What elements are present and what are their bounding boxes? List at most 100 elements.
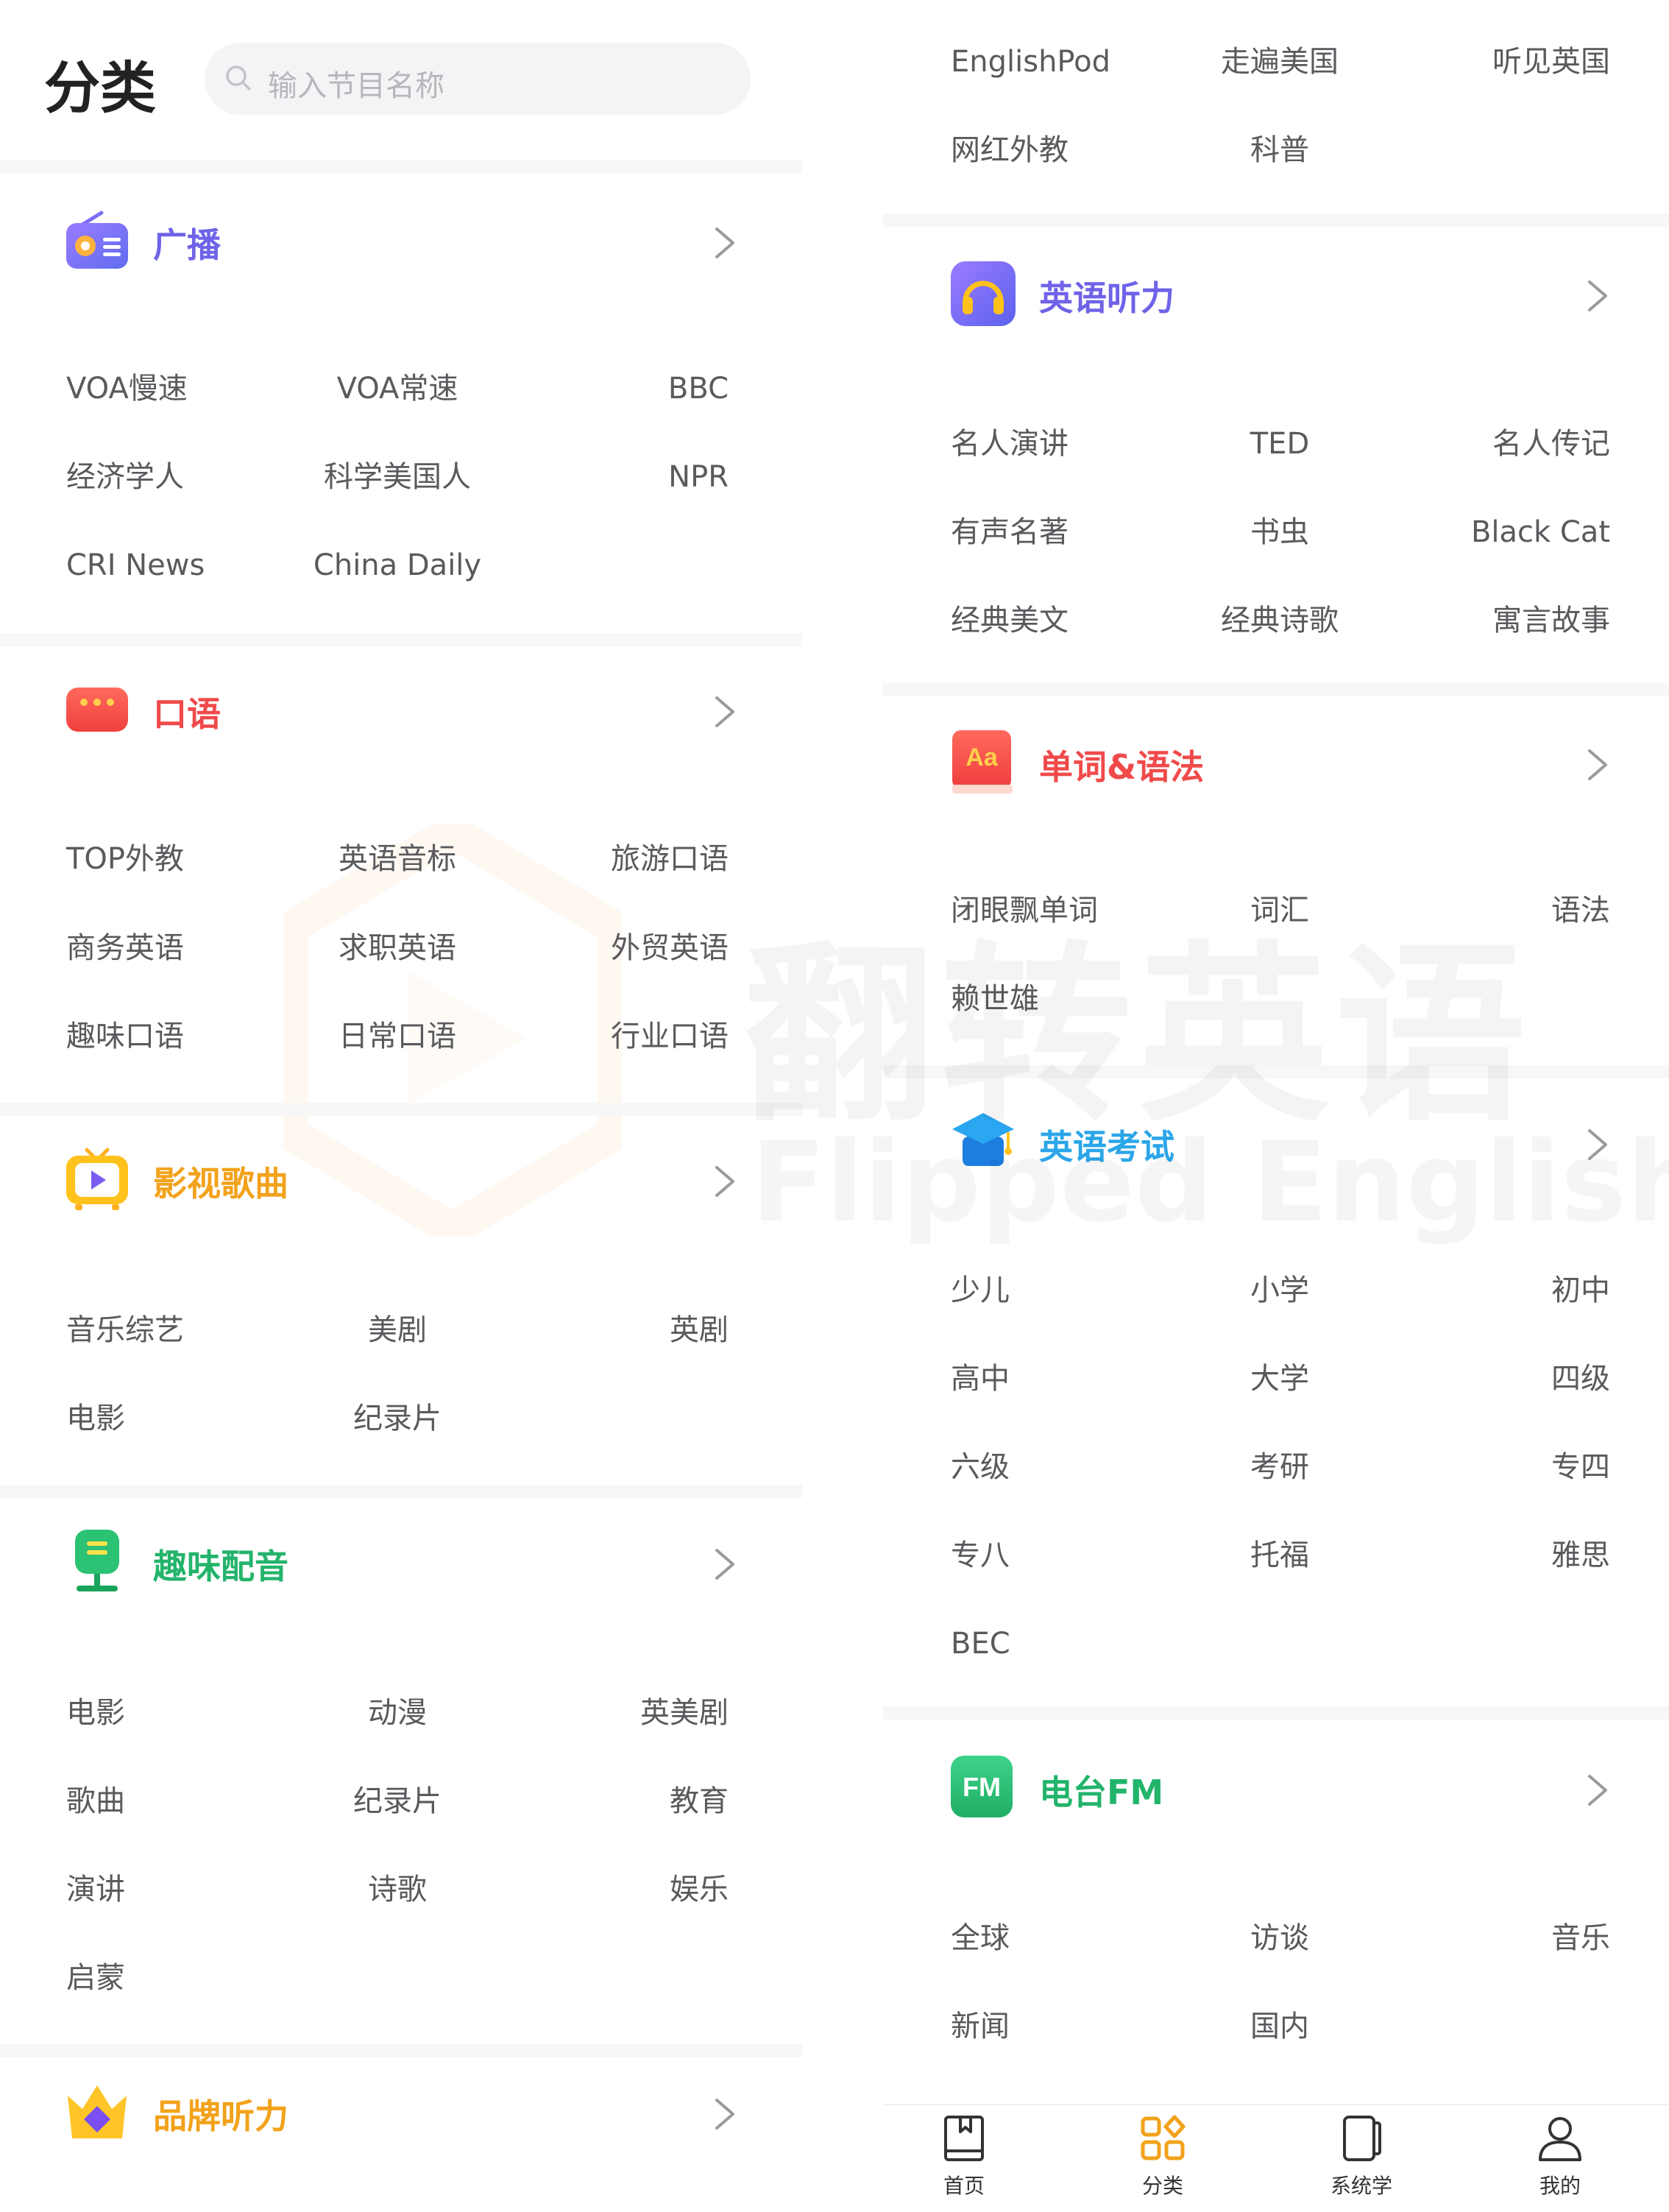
category-item[interactable]: 经典诗歌	[1221, 606, 1339, 635]
nav-category[interactable]: 分类	[1104, 2113, 1222, 2208]
category-item[interactable]: 雅思	[1551, 1541, 1610, 1570]
category-item[interactable]: 科学美国人	[324, 462, 471, 492]
category-item[interactable]: 经济学人	[66, 462, 184, 492]
section-header-vocab-grammar[interactable]: Aa 单词&语法	[951, 730, 1613, 804]
category-item[interactable]: 语法	[1551, 896, 1610, 925]
section-header-brand-listening[interactable]: 品牌听力	[65, 2080, 742, 2153]
category-item[interactable]: 求职英语	[339, 933, 456, 963]
category-item[interactable]: 日常口语	[339, 1022, 456, 1051]
category-item[interactable]: 趣味口语	[66, 1022, 184, 1051]
category-item[interactable]: 名人传记	[1492, 429, 1610, 459]
search-input[interactable]: 输入节目名称	[205, 43, 751, 115]
divider	[883, 1706, 1669, 1720]
section-title: 单词&语法	[1039, 747, 1205, 787]
category-item[interactable]: 动漫	[368, 1698, 427, 1728]
chevron-right-icon[interactable]	[712, 1163, 737, 1200]
category-item[interactable]: 旅游口语	[611, 844, 729, 874]
category-item[interactable]: 美剧	[368, 1315, 427, 1345]
category-item[interactable]: 词汇	[1250, 896, 1309, 925]
category-item[interactable]: 音乐综艺	[66, 1315, 184, 1345]
bottom-nav: 首页 分类 系统学 我的	[883, 2104, 1669, 2212]
nav-mine[interactable]: 我的	[1501, 2113, 1619, 2208]
category-item[interactable]: 托福	[1250, 1541, 1309, 1570]
chevron-right-icon[interactable]	[712, 1546, 737, 1583]
category-item[interactable]: 科普	[1250, 135, 1309, 165]
category-item[interactable]: 专四	[1551, 1452, 1610, 1482]
category-item[interactable]: 初中	[1551, 1276, 1610, 1305]
chevron-right-icon[interactable]	[712, 693, 737, 730]
category-item[interactable]: VOA慢速	[66, 374, 188, 403]
chevron-right-icon[interactable]	[1585, 746, 1610, 783]
section-header-film-songs[interactable]: 影视歌曲	[65, 1147, 742, 1220]
category-item[interactable]: 商务英语	[66, 933, 184, 963]
category-item[interactable]: 娱乐	[670, 1875, 729, 1904]
nav-home[interactable]: 首页	[905, 2113, 1023, 2208]
category-item[interactable]: 大学	[1250, 1364, 1309, 1393]
category-item[interactable]: 英语音标	[339, 844, 456, 874]
category-item[interactable]: 走遍美国	[1221, 47, 1339, 77]
category-item[interactable]: 纪录片	[353, 1404, 442, 1433]
chevron-right-icon[interactable]	[712, 225, 737, 261]
chevron-right-icon[interactable]	[1585, 278, 1610, 314]
section-header-radio-fm[interactable]: FM 电台FM	[951, 1756, 1613, 1829]
category-item[interactable]: VOA常速	[337, 374, 458, 403]
category-item[interactable]: 教育	[670, 1787, 729, 1816]
category-item[interactable]: 赖世雄	[951, 984, 1039, 1014]
category-item[interactable]: 有声名著	[951, 517, 1069, 547]
category-item[interactable]: China Daily	[313, 551, 481, 580]
category-item[interactable]: 考研	[1250, 1452, 1309, 1482]
category-item[interactable]: 全球	[951, 1923, 1010, 1953]
section-header-exams[interactable]: 英语考试	[951, 1110, 1613, 1184]
category-item[interactable]: 书虫	[1250, 517, 1309, 547]
category-item[interactable]: NPR	[668, 462, 729, 492]
category-item[interactable]: BEC	[951, 1629, 1010, 1658]
category-item[interactable]: TOP外教	[66, 844, 184, 874]
category-item[interactable]: 演讲	[66, 1875, 125, 1904]
category-item[interactable]: 访谈	[1250, 1923, 1309, 1953]
category-item[interactable]: 行业口语	[611, 1022, 729, 1051]
category-item[interactable]: 小学	[1250, 1276, 1309, 1305]
category-item[interactable]: 纪录片	[353, 1787, 442, 1816]
category-item[interactable]: 歌曲	[66, 1787, 125, 1816]
category-item[interactable]: 新闻	[951, 2012, 1010, 2041]
chevron-right-icon[interactable]	[712, 2096, 737, 2133]
section-header-speaking[interactable]: 口语	[65, 677, 742, 751]
section-header-broadcast[interactable]: 广播	[65, 208, 742, 282]
category-item[interactable]: 经典美文	[951, 606, 1069, 635]
section-header-listening[interactable]: 英语听力	[951, 261, 1613, 335]
chevron-right-icon[interactable]	[1585, 1772, 1610, 1809]
category-item[interactable]: 高中	[951, 1364, 1010, 1393]
chevron-right-icon[interactable]	[1585, 1126, 1610, 1163]
category-item[interactable]: 英剧	[670, 1315, 729, 1345]
category-grid-icon	[1141, 2115, 1186, 2160]
category-item[interactable]: 名人演讲	[951, 429, 1069, 459]
nav-system-learning[interactable]: 系统学	[1303, 2113, 1420, 2208]
nav-label: 系统学	[1330, 2174, 1392, 2198]
category-item[interactable]: 网红外教	[951, 135, 1069, 165]
category-item[interactable]: 六级	[951, 1452, 1010, 1482]
category-item[interactable]: 国内	[1250, 2012, 1309, 2041]
category-item[interactable]: 英美剧	[640, 1698, 729, 1728]
section-header-dubbing[interactable]: 趣味配音	[65, 1530, 742, 1603]
category-item[interactable]: 外贸英语	[611, 933, 729, 963]
category-item[interactable]: 寓言故事	[1492, 606, 1610, 635]
category-item[interactable]: 专八	[951, 1541, 1010, 1570]
category-item[interactable]: 四级	[1551, 1364, 1610, 1393]
category-item[interactable]: 启蒙	[66, 1963, 125, 1993]
category-item[interactable]: EnglishPod	[951, 47, 1110, 77]
category-item[interactable]: 诗歌	[368, 1875, 427, 1904]
category-item[interactable]: 听见英国	[1492, 47, 1610, 77]
category-item[interactable]: TED	[1250, 429, 1310, 459]
category-item[interactable]: BBC	[668, 374, 729, 403]
category-item[interactable]: 闭眼飘单词	[951, 896, 1098, 925]
section-title: 英语考试	[1039, 1127, 1174, 1167]
category-item[interactable]: 电影	[66, 1404, 125, 1433]
category-item[interactable]: CRI News	[66, 551, 205, 580]
category-item[interactable]: Black Cat	[1471, 517, 1610, 547]
search-icon	[226, 66, 251, 91]
category-item[interactable]: 电影	[66, 1698, 125, 1728]
divider	[883, 213, 1669, 227]
divider	[0, 1485, 802, 1498]
category-item[interactable]: 少儿	[951, 1276, 1010, 1305]
category-item[interactable]: 音乐	[1551, 1923, 1610, 1953]
